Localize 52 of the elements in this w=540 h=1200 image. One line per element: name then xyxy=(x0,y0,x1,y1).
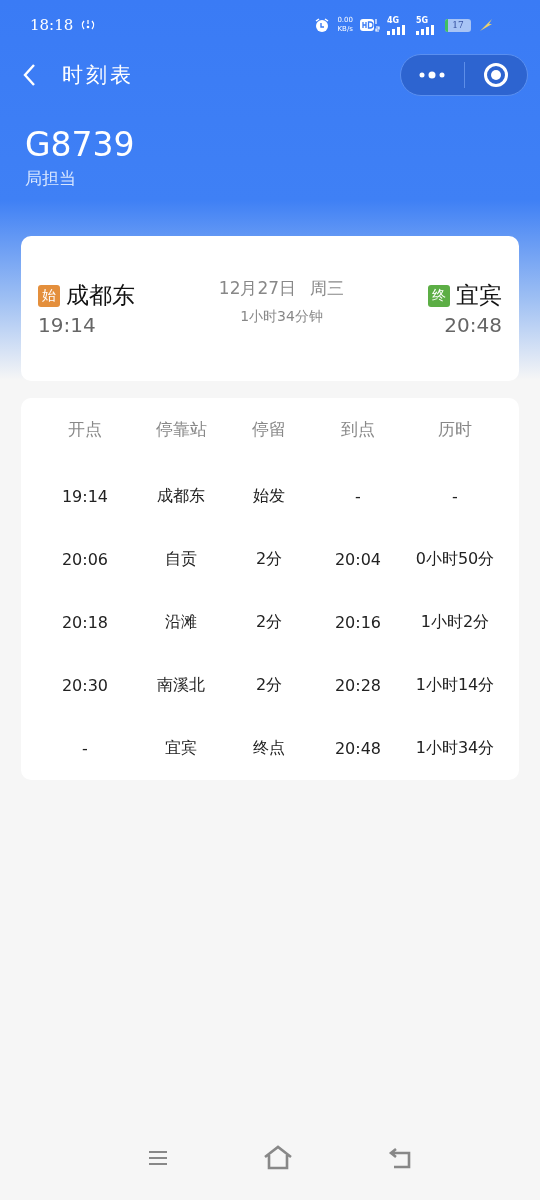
column-header: 历时 xyxy=(437,417,473,441)
network-type: 5G xyxy=(416,15,429,25)
table-cell-text: - xyxy=(354,486,362,508)
page-title: 时刻表 xyxy=(62,62,135,89)
table-cell-text: 20:48 xyxy=(333,738,383,760)
menu-icon[interactable] xyxy=(148,1149,168,1167)
table-cell-text: 20:04 xyxy=(333,549,383,571)
weekday: 周三 xyxy=(310,277,345,300)
table-cell-text: 20:28 xyxy=(333,675,383,697)
table-cell-text: 宜宾 xyxy=(164,737,198,759)
train-operator: 局担当 xyxy=(25,167,77,190)
column-header: 开点 xyxy=(67,417,103,441)
table-cell-text: 成都东 xyxy=(156,485,206,507)
column-header: 停留 xyxy=(251,417,287,441)
table-cell-text: 20:16 xyxy=(333,612,383,634)
table-cell-text: 20:18 xyxy=(60,612,110,634)
hd-icon xyxy=(360,17,380,33)
alarm-icon xyxy=(314,17,331,33)
table-cell-text: 始发 xyxy=(252,485,286,507)
station-name: 成都东 xyxy=(66,281,135,310)
column-header: 到点 xyxy=(340,417,376,441)
battery-level: 17 xyxy=(452,20,464,30)
table-cell-text: 0小时50分 xyxy=(414,548,496,570)
table-cell-text: 2分 xyxy=(254,674,284,696)
network-type: 4G xyxy=(387,15,400,25)
status-time: 18:18 xyxy=(30,16,74,34)
station-name: 宜宾 xyxy=(456,281,502,310)
travel-duration: 1小时34分钟 xyxy=(240,308,323,326)
table-cell-text: 沿滩 xyxy=(164,611,198,633)
travel-date: 12月27日 xyxy=(218,277,297,300)
table-cell-text: 19:14 xyxy=(60,486,110,508)
station-badge: 终 xyxy=(428,284,450,307)
table-cell-text: 20:30 xyxy=(60,675,110,697)
table-cell-text: 1小时14分 xyxy=(414,674,496,696)
train-number: G8739 xyxy=(25,125,136,165)
table-cell-text: 1小时2分 xyxy=(419,611,491,633)
station-time: 19:14 xyxy=(38,313,97,337)
home-icon[interactable] xyxy=(263,1145,293,1171)
table-cell-text: 2分 xyxy=(254,611,284,633)
station-badge: 始 xyxy=(38,284,60,307)
table-cell-text: 南溪北 xyxy=(156,674,206,696)
station-time: 20:48 xyxy=(444,313,502,337)
column-header: 停靠站 xyxy=(154,417,208,441)
table-cell-text: 1小时34分 xyxy=(414,737,496,759)
hotspot-icon xyxy=(81,18,96,32)
table-cell-text: 自贡 xyxy=(164,548,198,570)
table-cell-text: 20:06 xyxy=(60,549,110,571)
table-cell-text: - xyxy=(81,738,89,760)
table-cell-text: 2分 xyxy=(254,548,284,570)
table-cell-text: 终点 xyxy=(252,737,286,759)
table-cell-text: - xyxy=(451,486,459,508)
back-icon[interactable] xyxy=(22,63,36,87)
